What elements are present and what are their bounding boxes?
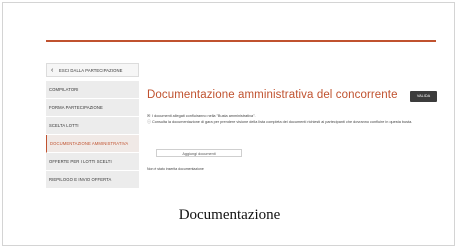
sidebar-item-forma-partecipazione[interactable]: FORMA PARTECIPAZIONE [46, 99, 139, 117]
info-docs-line: ⓘConsulta la documentazione di gara per … [147, 119, 437, 125]
sidebar: ‹ ESCI DALLA PARTECIPAZIONE COMPILATORI … [46, 63, 139, 189]
sidebar-item-compilatori[interactable]: COMPILATORI [46, 81, 139, 99]
header-divider [46, 40, 436, 42]
empty-state-text: Non è stato inserita documentazione [147, 167, 204, 171]
sidebar-item-scelta-lotti[interactable]: SCELTA LOTTI [46, 117, 139, 135]
sidebar-item-offerte-lotti[interactable]: OFFERTE PER I LOTTI SCELTI [46, 153, 139, 171]
back-label: ESCI DALLA PARTECIPAZIONE [59, 68, 123, 73]
info-text-1: I documenti allegati confluiranno nella … [152, 114, 256, 118]
chevron-left-icon: ‹ [51, 67, 54, 74]
back-button[interactable]: ‹ ESCI DALLA PARTECIPAZIONE [46, 63, 139, 77]
sidebar-item-documentazione-amministrativa[interactable]: DOCUMENTAZIONE AMMINISTRATIVA [46, 135, 139, 153]
page-title: Documentazione amministrativa del concor… [147, 89, 398, 101]
add-documents-button[interactable]: Aggiungi documenti [156, 149, 242, 157]
info-text-2: Consulta la documentazione di gara per p… [152, 120, 413, 124]
caption: Documentazione [178, 207, 281, 223]
valida-button[interactable]: VALIDA [410, 91, 437, 102]
sidebar-item-riepilogo-invio[interactable]: RIEPILOGO E INVIO OFFERTA [46, 171, 139, 189]
